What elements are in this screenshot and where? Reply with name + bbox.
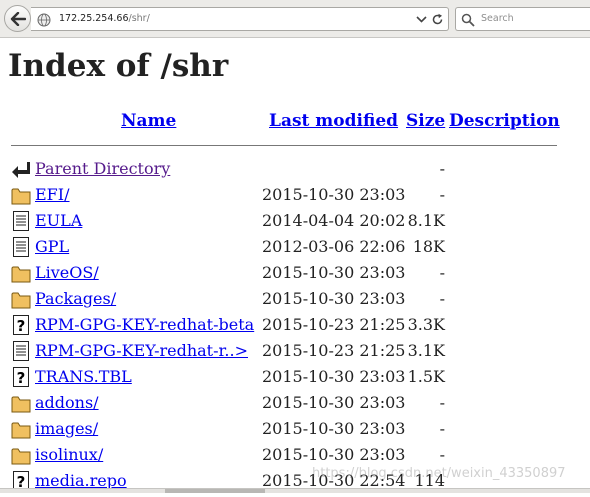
folder-icon [11, 288, 31, 310]
folder-icon [11, 418, 31, 440]
last-modified-value: 2015-10-30 23:03 [262, 263, 406, 282]
url-host: 172.25.254.66 [59, 13, 129, 24]
listing-row: Packages/2015-10-30 23:03 - [0, 287, 590, 313]
search-placeholder: Search [481, 13, 514, 24]
size-value: 3.1K [407, 341, 445, 360]
file-link[interactable]: GPL [35, 237, 69, 257]
size-value: - [439, 263, 445, 282]
last-modified-value: 2015-10-30 23:03 [262, 393, 406, 412]
last-modified-value: 2015-10-30 23:03 [262, 185, 406, 204]
text-file-icon [11, 236, 31, 258]
size-value: - [439, 289, 445, 308]
text-file-icon [11, 210, 31, 232]
unknown-file-icon: ? [11, 366, 31, 388]
listing-row: EULA 2014-04-04 20:02 8.1K [0, 209, 590, 235]
header-divider [11, 145, 557, 146]
file-link[interactable]: RPM-GPG-KEY-redhat-r..> [35, 341, 248, 361]
svg-text:?: ? [17, 369, 26, 387]
back-arrow-icon [10, 11, 26, 26]
column-header-name[interactable]: Name [121, 111, 176, 131]
url-path: /shr/ [128, 13, 150, 24]
unknown-file-icon: ? [11, 314, 31, 336]
listing-row: images/2015-10-30 23:03 - [0, 417, 590, 443]
listing-row: ? RPM-GPG-KEY-redhat-beta 2015-10-23 21:25… [0, 313, 590, 339]
browser-toolbar: 172.25.254.66/shr/ Search [0, 0, 590, 38]
back-button[interactable] [4, 5, 31, 32]
size-value: 1.5K [407, 367, 445, 386]
folder-icon [11, 262, 31, 284]
folder-icon [11, 444, 31, 466]
size-value: - [439, 393, 445, 412]
listing-row: addons/2015-10-30 23:03 - [0, 391, 590, 417]
listing-row: Parent Directory - [0, 157, 590, 183]
folder-icon [11, 392, 31, 414]
last-modified-value: 2015-10-30 23:03 [262, 289, 406, 308]
file-link[interactable]: Packages/ [35, 289, 116, 309]
last-modified-value: 2014-04-04 20:02 [262, 211, 406, 230]
last-modified-value: 2015-10-30 23:03 [262, 445, 406, 464]
text-file-icon [11, 340, 31, 362]
reload-icon[interactable] [431, 13, 444, 26]
column-header-description[interactable]: Description [449, 111, 560, 131]
listing-row: GPL 2012-03-06 22:06 18K [0, 235, 590, 261]
url-bar[interactable]: 172.25.254.66/shr/ [31, 7, 449, 31]
globe-icon [37, 13, 51, 27]
size-value: 3.3K [407, 315, 445, 334]
file-link[interactable]: TRANS.TBL [35, 367, 132, 387]
file-link[interactable]: RPM-GPG-KEY-redhat-beta [35, 315, 254, 335]
file-link[interactable]: LiveOS/ [35, 263, 99, 283]
size-value: 18K [412, 237, 445, 256]
file-link[interactable]: EULA [35, 211, 82, 231]
scrollbar-thumb[interactable] [165, 489, 265, 493]
horizontal-scrollbar[interactable] [0, 488, 590, 493]
column-header-size[interactable]: Size [406, 111, 445, 131]
search-bar[interactable]: Search [455, 7, 590, 31]
folder-icon [11, 184, 31, 206]
size-value: - [439, 445, 445, 464]
column-header-last-modified[interactable]: Last modified [269, 111, 398, 131]
file-link[interactable]: images/ [35, 419, 98, 439]
listing-row: RPM-GPG-KEY-redhat-r..> 2015-10-23 21:25 3… [0, 339, 590, 365]
size-value: - [439, 159, 445, 178]
svg-text:?: ? [17, 317, 26, 335]
chevron-down-icon[interactable] [416, 13, 427, 25]
size-value: - [439, 185, 445, 204]
parent-directory-link[interactable]: Parent Directory [35, 159, 170, 179]
size-value: - [439, 419, 445, 438]
listing-row: LiveOS/2015-10-30 23:03 - [0, 261, 590, 287]
search-icon [461, 13, 475, 27]
last-modified-value: 2015-10-30 23:03 [262, 419, 406, 438]
file-link[interactable]: EFI/ [35, 185, 70, 205]
watermark: https://blog.csdn.net/weixin_43350897 [312, 466, 566, 481]
page-title: Index of /shr [8, 48, 229, 84]
last-modified-value: 2015-10-23 21:25 [262, 315, 406, 334]
file-link[interactable]: addons/ [35, 393, 99, 413]
size-value: 8.1K [407, 211, 445, 230]
listing-row: EFI/2015-10-30 23:03 - [0, 183, 590, 209]
last-modified-value: 2015-10-30 23:03 [262, 367, 406, 386]
listing-row: ? TRANS.TBL 2015-10-30 23:03 1.5K [0, 365, 590, 391]
file-link[interactable]: isolinux/ [35, 445, 103, 465]
last-modified-value: 2012-03-06 22:06 [262, 237, 406, 256]
last-modified-value: 2015-10-23 21:25 [262, 341, 406, 360]
parent-directory-icon [11, 158, 31, 180]
url-text: 172.25.254.66/shr/ [59, 13, 150, 24]
